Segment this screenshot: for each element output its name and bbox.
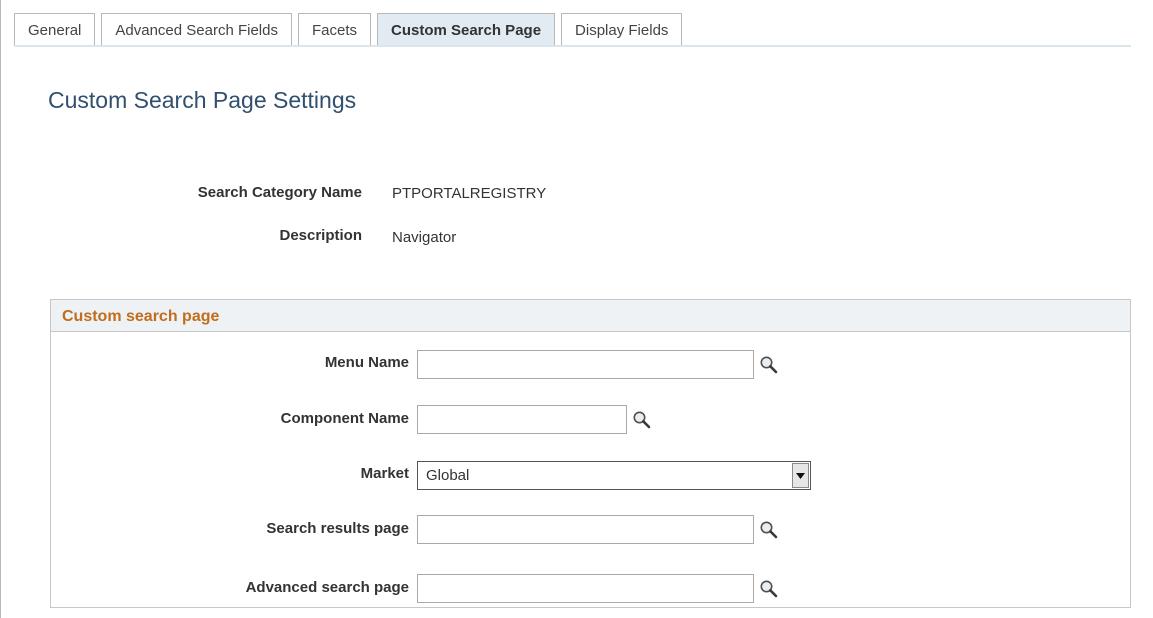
- tab-bar: General Advanced Search Fields Facets Cu…: [14, 13, 688, 47]
- tab-custom-search-page[interactable]: Custom Search Page: [376, 13, 556, 47]
- component-name-label: Component Name: [280, 410, 409, 427]
- group-header: Custom search page: [51, 300, 1130, 332]
- search-category-name-value: PTPORTALREGISTRY: [392, 185, 547, 202]
- menu-name-label: Menu Name: [324, 354, 409, 371]
- magnifier-icon[interactable]: [759, 355, 779, 375]
- description-label: Description: [279, 227, 362, 244]
- market-select[interactable]: Global: [417, 461, 811, 490]
- tab-display-fields[interactable]: Display Fields: [561, 13, 683, 46]
- custom-search-page-group: Custom search page Menu Name Component N…: [50, 299, 1131, 608]
- tab-advanced-search-fields[interactable]: Advanced Search Fields: [101, 13, 292, 46]
- magnifier-icon[interactable]: [759, 579, 779, 599]
- triangle-down-icon[interactable]: [792, 463, 809, 488]
- search-results-page-label: Search results page: [266, 520, 409, 537]
- tab-facets[interactable]: Facets: [297, 13, 371, 46]
- search-category-name-label: Search Category Name: [197, 184, 362, 201]
- advanced-search-page-label: Advanced search page: [245, 579, 409, 596]
- menu-name-input[interactable]: [417, 350, 754, 379]
- tab-baseline: [14, 45, 1131, 47]
- description-value: Navigator: [392, 229, 457, 246]
- component-name-input[interactable]: [417, 405, 627, 434]
- tab-general[interactable]: General: [14, 13, 96, 46]
- advanced-search-page-input[interactable]: [417, 574, 754, 603]
- market-label: Market: [360, 465, 409, 482]
- magnifier-icon[interactable]: [759, 520, 779, 540]
- search-results-page-input[interactable]: [417, 515, 754, 544]
- left-edge-rule: [0, 0, 1, 618]
- magnifier-icon[interactable]: [632, 410, 652, 430]
- page-title: Custom Search Page Settings: [48, 87, 357, 113]
- market-select-value: Global: [426, 467, 470, 484]
